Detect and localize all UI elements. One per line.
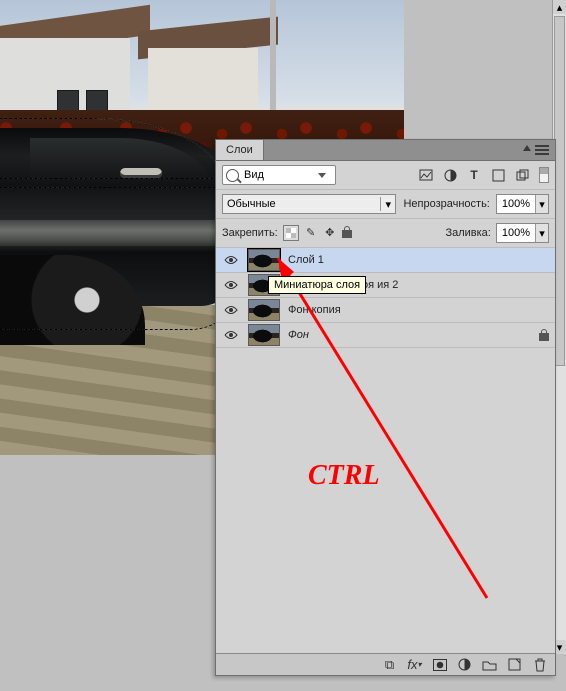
filter-smart-icon[interactable] — [515, 168, 529, 182]
opacity-value: 100% — [497, 198, 535, 210]
blend-mode-value: Обычные — [227, 198, 276, 210]
filter-shape-icon[interactable] — [491, 168, 505, 182]
annotation-text: CTRL — [308, 460, 380, 492]
layer-row[interactable]: Слой 1 — [216, 248, 555, 273]
fill-label: Заливка: — [445, 227, 490, 239]
layer-row[interactable]: Фон копия — [216, 298, 555, 323]
thumbnail-tooltip: Миниатюра слоя — [268, 276, 366, 294]
adjustment-layer-icon[interactable] — [457, 657, 472, 672]
panel-menu-icon[interactable] — [535, 145, 549, 155]
blend-mode-select[interactable]: Обычные ▾ — [222, 194, 396, 214]
layer-thumbnail[interactable] — [248, 249, 280, 271]
layer-filter-row: T — [216, 161, 555, 190]
layer-mask-icon[interactable] — [432, 657, 447, 672]
selection-marquee — [0, 178, 244, 330]
visibility-toggle[interactable] — [222, 251, 240, 269]
filter-type-icon[interactable]: T — [467, 168, 481, 182]
panel-bottom-bar: ⧉ fx▾ — [216, 653, 555, 675]
layer-name[interactable]: Слой 1 — [288, 254, 324, 266]
opacity-label: Непрозрачность: — [403, 198, 489, 210]
search-icon — [226, 169, 239, 182]
collapse-icon[interactable] — [523, 145, 531, 151]
panel-tab-layers[interactable]: Слои — [216, 140, 264, 160]
fill-input[interactable]: 100% ▾ — [496, 223, 549, 243]
chevron-down-icon — [318, 173, 326, 178]
layer-name[interactable]: Фон копия — [288, 304, 341, 316]
new-group-icon[interactable] — [482, 657, 497, 672]
layer-row[interactable]: Фон — [216, 323, 555, 348]
visibility-toggle[interactable] — [222, 276, 240, 294]
lock-pixels-icon[interactable]: ✎ — [304, 226, 318, 240]
blend-opacity-row: Обычные ▾ Непрозрачность: 100% ▾ — [216, 190, 555, 219]
fill-value: 100% — [497, 227, 535, 239]
filter-pixel-icon[interactable] — [419, 168, 433, 182]
lock-all-icon[interactable] — [342, 226, 356, 240]
new-layer-icon[interactable] — [507, 657, 522, 672]
filter-kind-input[interactable] — [242, 168, 318, 182]
lock-icon — [539, 329, 549, 341]
lock-transparent-icon[interactable] — [283, 225, 299, 241]
delete-layer-icon[interactable] — [532, 657, 547, 672]
lock-position-icon[interactable]: ✥ — [323, 226, 337, 240]
layer-kind-filter[interactable] — [222, 165, 336, 185]
visibility-toggle[interactable] — [222, 301, 240, 319]
layer-row[interactable]: Миниатюра слоя ия 2 — [216, 273, 555, 298]
link-layers-icon[interactable]: ⧉ — [382, 657, 397, 672]
layers-panel: Слои T Обычные — [215, 139, 556, 676]
chevron-down-icon[interactable]: ▾ — [535, 195, 548, 213]
scroll-up-button[interactable]: ▴ — [553, 0, 566, 14]
chevron-down-icon[interactable]: ▾ — [535, 224, 548, 242]
layer-name[interactable]: Фон — [288, 329, 309, 341]
layer-list: Слой 1 Миниатюра слоя ия 2 Фон копия Фон — [216, 248, 555, 348]
layer-fx-icon[interactable]: fx▾ — [407, 657, 422, 672]
filter-toggle-switch[interactable] — [539, 167, 549, 183]
lock-fill-row: Закрепить: ✎ ✥ Заливка: 100% ▾ — [216, 219, 555, 248]
layer-thumbnail[interactable] — [248, 324, 280, 346]
layer-thumbnail[interactable] — [248, 299, 280, 321]
opacity-input[interactable]: 100% ▾ — [496, 194, 549, 214]
filter-adjust-icon[interactable] — [443, 168, 457, 182]
visibility-toggle[interactable] — [222, 326, 240, 344]
lock-label: Закрепить: — [222, 227, 278, 239]
panel-tabbar: Слои — [216, 140, 555, 161]
